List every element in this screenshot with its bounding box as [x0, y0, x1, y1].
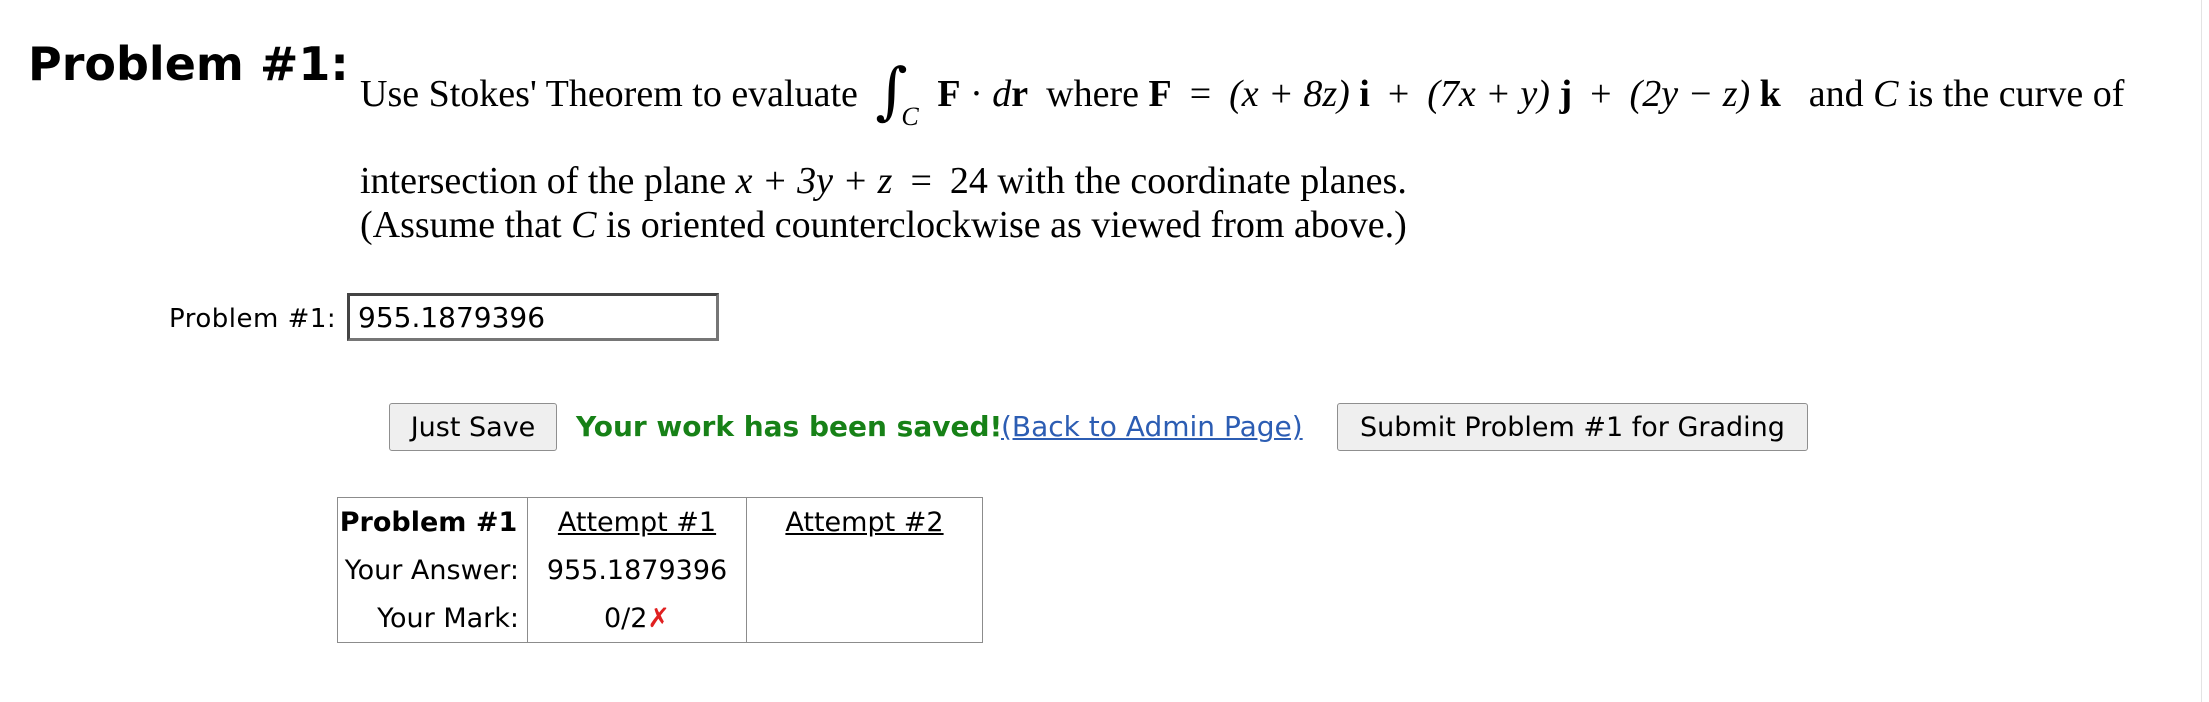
plane-equation: x + 3y + z: [735, 160, 893, 202]
attempt-2-mark: [746, 594, 983, 643]
answer-label: Problem #1:: [169, 304, 337, 334]
integral-subscript: C: [901, 102, 919, 131]
integrand-d: d: [992, 73, 1012, 115]
j-component: (7x + y): [1427, 73, 1550, 115]
plane-equals: =: [910, 160, 932, 202]
attempt-1-answer: 955.1879396: [527, 546, 747, 594]
saved-message: Your work has been saved!: [576, 410, 1003, 443]
k-component: (2y − z): [1629, 73, 1751, 115]
statement-tail: is the curve of: [1908, 73, 2125, 115]
incorrect-x-icon: ✗: [647, 602, 671, 634]
mark-value: 0/2: [603, 602, 648, 634]
integrand-F: F: [937, 73, 961, 115]
line3-tail: is oriented counterclockwise as viewed f…: [605, 204, 1407, 246]
header-problem: Problem #1: [337, 497, 528, 546]
unit-k: k: [1759, 73, 1781, 115]
attempt-2-answer: [746, 546, 983, 594]
statement-line-1: Use Stokes' Theorem to evaluate ∫ C F · …: [360, 56, 2125, 132]
integrand-dot: ·: [970, 73, 983, 115]
plus-1: +: [1387, 73, 1410, 115]
statement-line-3: (Assume that C is oriented counterclockw…: [360, 200, 1407, 250]
integrand-r: r: [1011, 73, 1029, 115]
your-answer-label: Your Answer:: [337, 546, 528, 594]
line3-lead: (Assume that: [360, 204, 562, 246]
submit-for-grading-button[interactable]: Submit Problem #1 for Grading: [1337, 403, 1808, 451]
field-F: F: [1148, 73, 1172, 115]
equals-sign: =: [1189, 73, 1212, 115]
line2-tail: with the coordinate planes.: [997, 160, 1407, 202]
answer-input[interactable]: [347, 293, 719, 341]
attempt-1-mark: 0/2✗: [527, 594, 747, 643]
line2-lead: intersection of the plane: [360, 160, 727, 202]
statement-lead: Use Stokes' Theorem to evaluate: [360, 73, 858, 115]
and-word: and: [1808, 73, 1864, 115]
table-row: Your Answer: 955.1879396: [337, 546, 983, 594]
unit-i: i: [1359, 73, 1370, 115]
page-edge-rule: [2201, 0, 2202, 702]
your-mark-label: Your Mark:: [337, 594, 528, 643]
where-word: where: [1046, 73, 1139, 115]
table-row: Your Mark: 0/2✗: [337, 594, 983, 643]
table-header-row: Problem #1 Attempt #1 Attempt #2: [337, 497, 983, 546]
plus-2: +: [1590, 73, 1612, 115]
plane-rhs: 24: [949, 160, 988, 202]
just-save-button[interactable]: Just Save: [389, 403, 557, 451]
back-to-admin-link[interactable]: (Back to Admin Page): [1001, 409, 1303, 445]
i-component: (x + 8z): [1229, 73, 1350, 115]
curve-C: C: [1873, 73, 1899, 115]
problem-heading: Problem #1:: [28, 37, 349, 91]
line-integral-symbol: ∫ C: [871, 56, 929, 132]
header-attempt-1-link[interactable]: Attempt #1: [527, 497, 747, 546]
unit-j: j: [1559, 73, 1573, 115]
statement-line-2: intersection of the plane x + 3y + z = 24 …: [360, 156, 1407, 206]
line3-curve-C: C: [571, 204, 597, 246]
attempts-table: Problem #1 Attempt #1 Attempt #2 Your An…: [337, 497, 983, 643]
header-attempt-2-link[interactable]: Attempt #2: [746, 497, 983, 546]
